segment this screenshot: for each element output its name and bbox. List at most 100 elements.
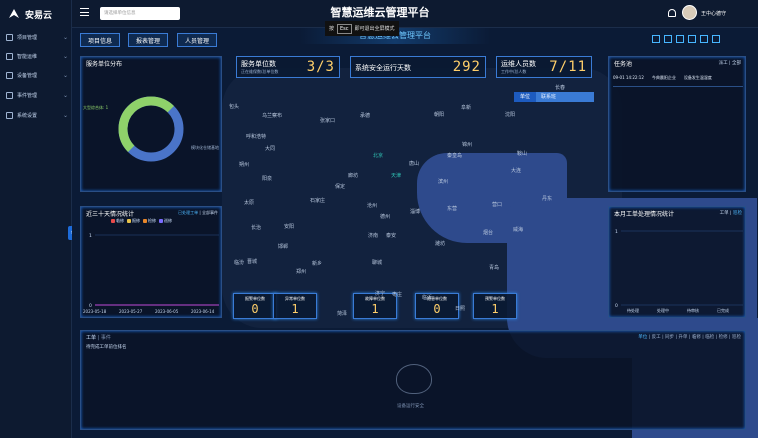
link-icon[interactable] — [712, 35, 720, 43]
stat-sub: 工作中/总人数 — [501, 69, 527, 74]
workorder-filter-link[interactable]: 同步 — [665, 335, 674, 340]
fullscreen-hint: 按 Esc 即可退出全屏模式 — [325, 21, 399, 36]
tab-project-info[interactable]: 项目信息 — [80, 33, 120, 47]
map-city-label: 丹东 — [542, 196, 553, 202]
map-city-label: 晋城 — [247, 259, 258, 265]
counter-value: 0 — [433, 302, 441, 316]
workorder-row: 待完成工单前位排名 — [86, 345, 127, 350]
chevron-down-icon: ⌄ — [62, 52, 68, 60]
map-city-label: 朝阳 — [434, 112, 445, 118]
sidebar-item-label: 项目管理 — [17, 34, 38, 41]
x-tick: 处理中 — [657, 307, 669, 313]
all-link[interactable]: 全部 — [732, 61, 741, 66]
x-tick: 2023-05-18 — [83, 309, 107, 314]
monitor-icon — [6, 52, 13, 60]
map-city-label: 安阳 — [284, 224, 295, 230]
map-city-label: 邯郸 — [278, 244, 289, 250]
fullscreen-icon[interactable] — [676, 35, 684, 43]
map-city-label: 德州 — [380, 214, 391, 220]
settings-icon — [6, 111, 13, 119]
map-city-label: 张家口 — [320, 118, 336, 124]
workorder-panel: 工单 | 事件 单位 | 反工 | 同步 | 升单 | 临修 | 临检 | 检修… — [80, 330, 746, 430]
avatar[interactable] — [682, 5, 697, 20]
map-toolbar — [652, 33, 750, 45]
sidebar-item-label: 智能运维 — [17, 53, 38, 60]
dispatch-link[interactable]: 派工 — [719, 61, 728, 66]
location-icon[interactable] — [700, 35, 708, 43]
x-tick: 2023-05-27 — [119, 309, 143, 314]
donut-label-1: 大型综合体: 1 — [83, 105, 109, 110]
layer-icon[interactable] — [652, 35, 660, 43]
tab-personnel[interactable]: 人员管理 — [177, 33, 217, 47]
workorder-filter-link[interactable]: 检修 — [719, 335, 728, 340]
esc-key: Esc — [337, 23, 352, 34]
x-tick: 2023-06-05 — [155, 309, 179, 314]
map-city-label: 沈阳 — [505, 112, 516, 118]
counter-card: 异常单位数 1 — [273, 293, 317, 319]
logo-text: 安易云 — [25, 10, 53, 21]
unit-toggle[interactable]: 单位 联系班 — [514, 92, 594, 102]
donut-segment-a — [118, 96, 174, 152]
stat-value: 7/11 — [549, 59, 587, 75]
watermark-text: 设备运行安全 — [397, 404, 424, 409]
dashboard-app: 安易云 项目管理⌄ 智能运维⌄ 设备管理⌄ 事件管理⌄ 系统设置⌄ › 请选择单… — [0, 0, 758, 438]
map-city-label: 天津 — [391, 173, 402, 179]
app-logo[interactable]: 安易云 — [8, 7, 52, 21]
map-city-label: 日照 — [455, 306, 466, 312]
workorder-filter-link[interactable]: 临修 — [692, 335, 701, 340]
device-icon — [6, 71, 13, 79]
counter-value: 1 — [371, 302, 379, 316]
shield-watermark-icon — [396, 364, 432, 394]
panel-title: 任务池 — [614, 61, 633, 68]
map-city-label: 太原 — [244, 200, 255, 206]
map-city-label: 沧州 — [367, 203, 378, 209]
map-city-label: 潍坊 — [435, 241, 446, 247]
title-main: 工单 — [86, 335, 97, 341]
bell-icon[interactable] — [668, 9, 676, 17]
chevron-down-icon: ⌄ — [62, 71, 68, 79]
map-city-label: 济南 — [368, 233, 379, 239]
workorder-filter-link[interactable]: 反工 — [652, 335, 661, 340]
workorder-filter-link[interactable]: 临检 — [705, 335, 714, 340]
sidebar-item-events[interactable]: 事件管理 ⌄ — [6, 88, 68, 102]
sidebar-item-devices[interactable]: 设备管理 ⌄ — [6, 68, 68, 82]
tab-report[interactable]: 报表管理 — [128, 33, 168, 47]
task-links: 派工 | 全部 — [718, 61, 741, 66]
map-city-label: 营口 — [492, 202, 503, 208]
sidebar-item-settings[interactable]: 系统设置 ⌄ — [6, 108, 68, 122]
x-tick: 待审核 — [687, 307, 699, 313]
map-city-label: 秦皇岛 — [447, 153, 463, 159]
stat-value: 292 — [452, 59, 481, 75]
user-name[interactable]: 王中心德守 — [701, 10, 726, 17]
workorder-filter-link[interactable]: 巡检 — [732, 335, 741, 340]
map-city-label: 淄博 — [410, 209, 421, 215]
counter-value: 1 — [491, 302, 499, 316]
map-city-label: 长治 — [251, 225, 262, 231]
task-row[interactable]: 09-01 14:22:12 今典晨阳企业 设备发生温湿度 — [613, 75, 743, 87]
task-time: 09-01 14:22:12 — [613, 75, 644, 80]
sidebar-item-ops[interactable]: 智能运维 ⌄ — [6, 49, 68, 63]
event-icon — [6, 91, 13, 99]
hint-prefix: 按 — [329, 26, 335, 32]
page-title: 智慧运维云管理平台 — [330, 6, 430, 19]
unit-search-input[interactable]: 请选择单位信息 — [100, 7, 180, 20]
stat-ops-staff: 运维人员数 工作中/总人数 7/11 — [496, 56, 592, 78]
title-secondary[interactable]: | 事件 — [98, 335, 111, 341]
grid-icon[interactable] — [664, 35, 672, 43]
sidebar-item-project[interactable]: 项目管理 ⌄ — [6, 30, 68, 44]
task-unit: 今典晨阳企业 — [651, 75, 676, 80]
toggle-unit[interactable]: 单位 — [514, 92, 536, 102]
map-city-label: 临汾 — [234, 260, 245, 266]
workorder-filter-link[interactable]: 单位 — [638, 335, 647, 340]
menu-icon[interactable] — [80, 8, 89, 16]
map-city-label: 阜新 — [461, 105, 472, 111]
map-city-label: 枣庄 — [392, 292, 403, 298]
workorder-title: 工单 | 事件 — [86, 334, 111, 341]
map-city-label: 大连 — [511, 168, 522, 174]
refresh-icon[interactable] — [688, 35, 696, 43]
toggle-other[interactable]: 联系班 — [536, 92, 556, 102]
map-city-label: 锦州 — [462, 142, 473, 148]
stat-label: 服务单位数 — [241, 60, 276, 68]
map-city-label: 北京 — [373, 153, 384, 159]
map-city-label: 呼和浩特 — [246, 134, 267, 140]
